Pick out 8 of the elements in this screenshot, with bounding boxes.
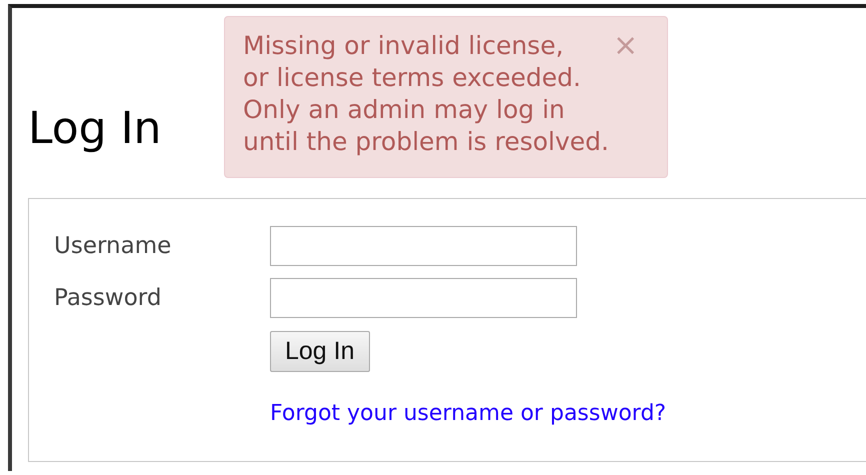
input-field[interactable] — [270, 226, 577, 266]
login-button[interactable]: Log In — [270, 331, 370, 372]
field-label: Password — [54, 285, 162, 311]
input-field[interactable] — [270, 278, 577, 318]
alert-message: Missing or invalid license, or license terms exceeded. Only an admin may log in until the problem is resolved. — [243, 30, 609, 158]
forgot-link[interactable]: Forgot your username or password? — [270, 400, 666, 428]
page-heading: Log In — [28, 104, 162, 154]
field-label: Username — [54, 233, 172, 259]
